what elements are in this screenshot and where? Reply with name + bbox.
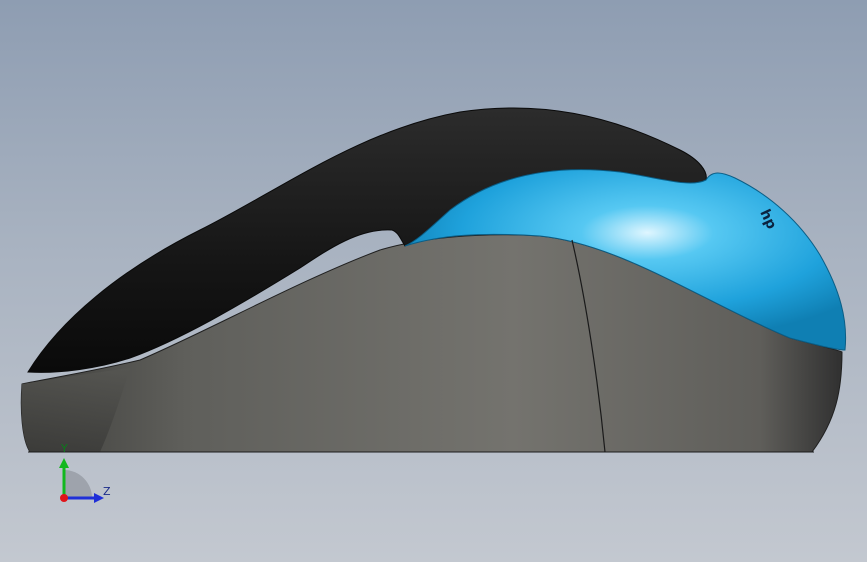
orientation-triad[interactable]: Y Z xyxy=(48,440,118,510)
z-axis-label: Z xyxy=(103,485,111,498)
3d-viewport[interactable]: hp Y Z xyxy=(0,0,867,562)
triad-graphic xyxy=(59,458,104,503)
mouse-model[interactable]: hp xyxy=(0,0,867,562)
y-axis-label: Y xyxy=(61,442,68,455)
